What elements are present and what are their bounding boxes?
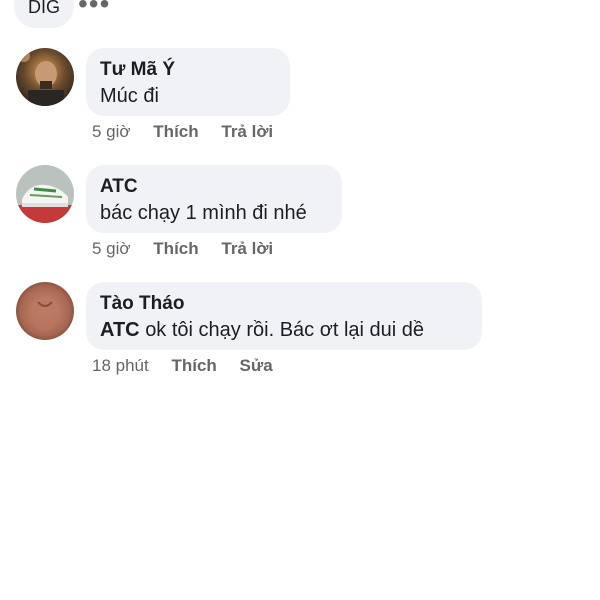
like-button[interactable]: Thích	[153, 122, 198, 141]
edit-button[interactable]: Sửa	[240, 356, 273, 375]
avatar[interactable]	[16, 165, 74, 223]
comment-bubble[interactable]: Tào Tháo ATC ok tôi chạy rồi. Bác ơt lại…	[86, 282, 482, 350]
comment-meta: 5 giờ Thích Trả lời	[92, 122, 291, 142]
sneaker-avatar-icon	[16, 165, 74, 223]
avatar[interactable]	[16, 282, 74, 340]
comment-time[interactable]: 5 giờ	[92, 239, 131, 258]
comment-author[interactable]: ATC	[100, 175, 328, 199]
comment-text: bác chạy 1 mình đi nhé	[100, 202, 307, 224]
comment-author[interactable]: Tư Mã Ý	[100, 58, 276, 82]
like-button[interactable]: Thích	[153, 239, 198, 258]
reply-button[interactable]: Trả lời	[221, 239, 273, 258]
avatar[interactable]	[16, 48, 74, 106]
comment-bubble[interactable]: Tư Mã Ý Múc đi	[86, 48, 290, 116]
comment-text: Múc đi	[100, 85, 159, 107]
mention-tag[interactable]: ATC	[100, 319, 140, 341]
avatar-photo-icon	[16, 48, 74, 106]
comment-thread: DIG ••• Tư Mã Ý Múc đi 5 giờ Thích Trả l…	[0, 0, 600, 600]
reaction-pill[interactable]: DIG	[14, 0, 75, 28]
comment-time[interactable]: 18 phút	[92, 356, 149, 375]
comment-author[interactable]: Tào Tháo	[100, 292, 468, 316]
comment-bubble[interactable]: ATC bác chạy 1 mình đi nhé	[86, 165, 342, 233]
comment-text: ok tôi chạy rồi. Bác ơt lại dui dề	[145, 319, 424, 341]
avatar-photo-icon	[16, 282, 74, 340]
reaction-pill-label: DIG	[28, 0, 61, 17]
more-options-icon[interactable]: •••	[78, 0, 110, 18]
comment-text-row: ATC ok tôi chạy rồi. Bác ơt lại dui dề	[100, 316, 468, 344]
comment-meta: 5 giờ Thích Trả lời	[92, 239, 291, 259]
comment-time[interactable]: 5 giờ	[92, 122, 131, 141]
reply-button[interactable]: Trả lời	[221, 122, 273, 141]
like-button[interactable]: Thích	[171, 356, 216, 375]
comment-meta: 18 phút Thích Sửa	[92, 356, 291, 376]
